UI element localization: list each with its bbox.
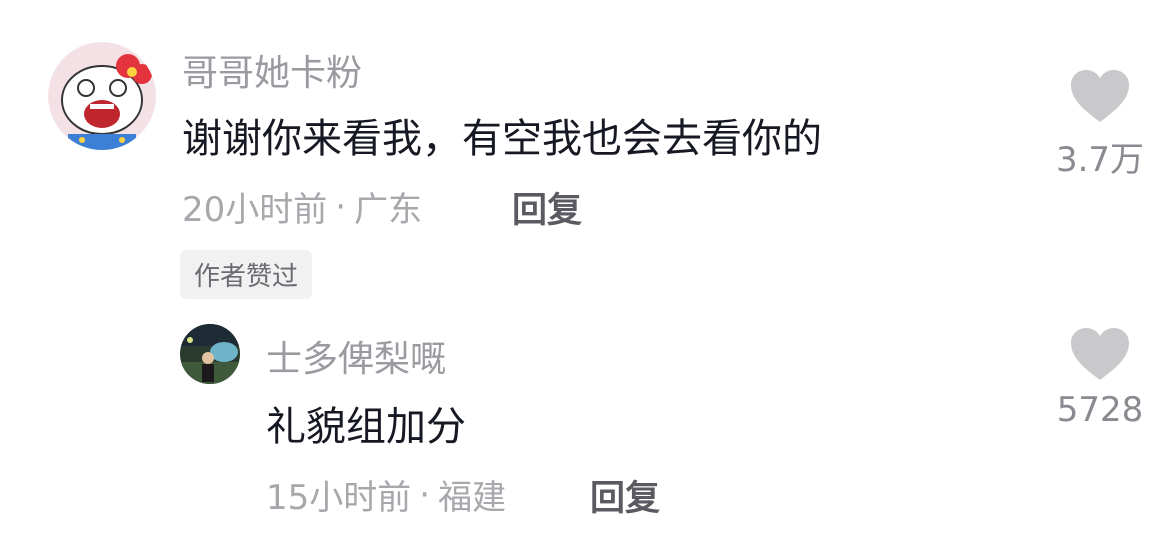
reply-button[interactable]: 回复 [512,182,582,233]
heart-icon [1071,328,1129,380]
like-button[interactable]: 3.7万 [1045,68,1155,181]
heart-icon [1071,70,1129,122]
comment-username[interactable]: 哥哥她卡粉 [182,44,362,96]
like-count: 3.7万 [1055,140,1145,180]
author-liked-badge: 作者赞过 [180,250,313,299]
avatar[interactable] [180,324,240,384]
comment-time: 20小时前 [182,190,328,230]
comment-content[interactable]: 礼貌组加分 [266,394,466,452]
comment-content[interactable]: 谢谢你来看我，有空我也会去看你的 [182,106,822,164]
comment-meta: 15小时前 · 福建 [266,470,506,519]
like-button[interactable]: 5728 [1045,326,1155,430]
comment-time: 15小时前 [266,478,412,518]
comment-meta: 20小时前 · 广东 [182,182,422,231]
hello-kitty-avatar-icon [48,42,156,150]
photo-avatar-icon [180,324,240,384]
meta-separator: · [335,186,347,227]
avatar[interactable] [48,42,156,150]
comment-location: 福建 [438,478,507,518]
like-count: 5728 [1056,390,1144,430]
reply-button[interactable]: 回复 [590,470,660,521]
meta-separator: · [419,474,431,515]
comment-username[interactable]: 士多俾梨嘅 [266,330,446,382]
comment-location: 广东 [354,190,423,230]
